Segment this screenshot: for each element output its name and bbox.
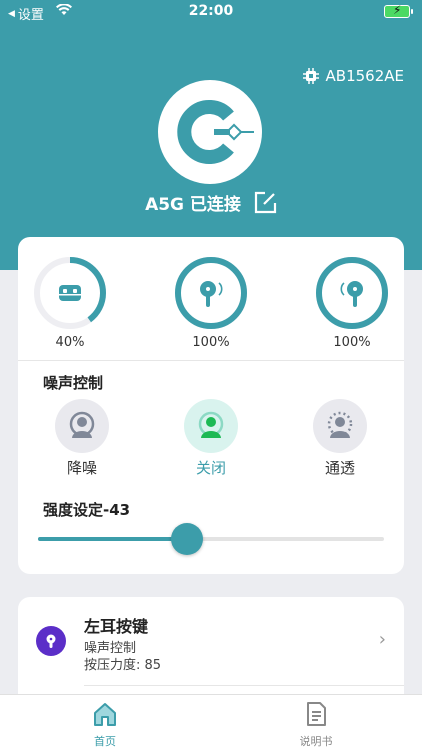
device-id: AB1562AE	[302, 67, 404, 85]
earbud-right-icon	[340, 281, 363, 307]
card-divider	[18, 360, 404, 361]
left-earbud-battery: 100%	[173, 255, 249, 350]
tab-home-label: 首页	[94, 735, 116, 748]
intensity-title: 强度设定-43	[43, 501, 131, 519]
ear-key-pressure: 按压力度: 85	[84, 658, 162, 673]
clock: 22:00	[188, 3, 234, 19]
mode-transparency-label: 通透	[324, 459, 355, 477]
mode-off[interactable]: 关闭	[176, 399, 246, 478]
ear-key-title: 左耳按键	[84, 617, 149, 636]
case-battery-percent: 40%	[55, 335, 85, 350]
case-battery: 40%	[32, 255, 108, 350]
brand-logo-icon	[177, 100, 254, 164]
ear-key-icon	[36, 626, 66, 656]
slider-thumb[interactable]	[170, 523, 203, 555]
intensity-slider[interactable]	[38, 523, 384, 555]
mode-anc-label: 降噪	[66, 459, 97, 477]
slider-fill	[38, 537, 187, 541]
device-id-text: AB1562AE	[325, 67, 404, 85]
earbud-left-icon	[200, 281, 223, 307]
chip-icon	[302, 68, 319, 84]
mode-anc[interactable]: 降噪	[47, 399, 117, 478]
earbud-icon	[46, 634, 56, 648]
home-icon	[94, 703, 116, 726]
battery-icon: ⚡	[384, 3, 413, 18]
right-earbud-battery: 100%	[314, 255, 390, 350]
list-separator	[84, 685, 404, 686]
right-earbud-battery-percent: 100%	[333, 335, 371, 350]
transparency-icon	[327, 411, 353, 438]
tab-home[interactable]: 首页	[65, 701, 145, 749]
mode-off-label: 关闭	[195, 459, 226, 477]
edit-icon[interactable]	[253, 191, 277, 215]
anc-icon	[69, 411, 95, 438]
status-bar: ◀ 设置 22:00 ⚡	[0, 0, 422, 24]
left-earbud-battery-percent: 100%	[192, 335, 230, 350]
brand-logo	[158, 80, 262, 184]
control-card: 40% 100% 100% 噪声控制 降噪 关闭 通透 强度设定-43	[18, 237, 404, 574]
tab-manual[interactable]: 说明书	[276, 701, 356, 749]
left-earbud-battery-ring	[175, 257, 247, 329]
mode-transparency[interactable]: 通透	[305, 399, 375, 478]
off-icon	[198, 411, 224, 438]
connection-text: A5G 已连接	[145, 195, 241, 215]
case-icon	[59, 285, 81, 301]
tab-manual-label: 说明书	[299, 735, 333, 748]
chevron-right-icon: ›	[378, 629, 386, 650]
connection-status: A5G 已连接	[0, 190, 422, 215]
noise-control-title: 噪声控制	[43, 374, 104, 392]
right-earbud-battery-ring	[316, 257, 388, 329]
tab-bar: 首页 说明书	[0, 694, 422, 750]
manual-icon	[307, 702, 326, 726]
case-battery-ring	[34, 257, 106, 329]
